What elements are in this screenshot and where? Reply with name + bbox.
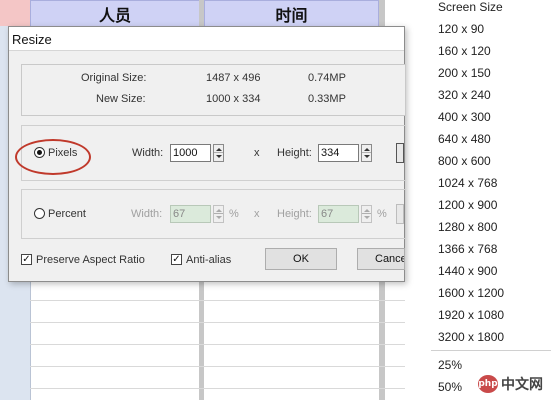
percent-preset-button[interactable] xyxy=(396,204,404,224)
watermark-text: 中文网 xyxy=(501,377,543,393)
menu-item-zoom[interactable]: 50% xyxy=(438,380,462,394)
menu-item-size[interactable]: 1600 x 1200 xyxy=(438,286,504,300)
height-input[interactable]: 334 xyxy=(318,144,359,162)
menu-item-size[interactable]: 160 x 120 xyxy=(438,44,491,58)
pixels-preset-button[interactable] xyxy=(396,143,404,163)
height-label: Height: xyxy=(277,147,312,159)
percent-radio[interactable] xyxy=(34,208,45,219)
stepper-down-icon[interactable] xyxy=(364,216,370,219)
menu-item-size[interactable]: 1024 x 768 xyxy=(438,176,497,190)
percent-height-label: Height: xyxy=(277,208,312,220)
width-label: Width: xyxy=(132,147,164,159)
preserve-aspect-checkbox[interactable]: ✓ xyxy=(21,254,32,265)
percent-width-unit: % xyxy=(229,208,239,220)
width-stepper[interactable] xyxy=(213,144,224,162)
preserve-aspect-label[interactable]: Preserve Aspect Ratio xyxy=(36,254,145,266)
new-size-dims: 1000 x 334 xyxy=(206,93,261,105)
grid-line xyxy=(30,366,405,367)
ok-button[interactable]: OK xyxy=(265,248,337,270)
original-size-dims: 1487 x 496 xyxy=(206,72,261,84)
new-size-label: New Size: xyxy=(96,93,146,105)
antialias-checkbox[interactable]: ✓ xyxy=(171,254,182,265)
menu-item-size[interactable]: 640 x 480 xyxy=(438,132,491,146)
cancel-button[interactable]: Cance xyxy=(357,248,405,270)
menu-item-size[interactable]: 1366 x 768 xyxy=(438,242,497,256)
percent-label[interactable]: Percent xyxy=(48,208,86,220)
percent-height-stepper[interactable] xyxy=(361,205,372,223)
menu-item-size[interactable]: 3200 x 1800 xyxy=(438,330,504,344)
grid-line xyxy=(30,388,405,389)
percent-width-input[interactable]: 67 xyxy=(170,205,211,223)
height-stepper[interactable] xyxy=(361,144,372,162)
menu-item-size[interactable]: 1920 x 1080 xyxy=(438,308,504,322)
percent-width-stepper[interactable] xyxy=(213,205,224,223)
original-size-mp: 0.74MP xyxy=(308,72,346,84)
php-logo-icon: php xyxy=(478,375,498,393)
stepper-up-icon[interactable] xyxy=(216,209,222,212)
grid-line xyxy=(30,300,405,301)
column-header-time[interactable]: 时间 xyxy=(204,0,379,28)
menu-item-size[interactable]: 1440 x 900 xyxy=(438,264,497,278)
new-size-mp: 0.33MP xyxy=(308,93,346,105)
annotation-circle xyxy=(15,139,91,175)
dialog-titlebar[interactable]: Resize xyxy=(9,27,404,51)
menu-item-screen-size[interactable]: Screen Size xyxy=(438,0,503,14)
menu-item-size[interactable]: 1200 x 900 xyxy=(438,198,497,212)
width-input[interactable]: 1000 xyxy=(170,144,211,162)
menu-item-size[interactable]: 320 x 240 xyxy=(438,88,491,102)
dialog-title: Resize xyxy=(12,32,52,47)
grid-line xyxy=(30,322,405,323)
stepper-down-icon[interactable] xyxy=(216,216,222,219)
stepper-up-icon[interactable] xyxy=(364,209,370,212)
grid-line xyxy=(30,344,405,345)
menu-separator xyxy=(431,350,551,351)
percent-height-unit: % xyxy=(377,208,387,220)
menu-item-size[interactable]: 120 x 90 xyxy=(438,22,484,36)
menu-item-size[interactable]: 400 x 300 xyxy=(438,110,491,124)
menu-item-size[interactable]: 800 x 600 xyxy=(438,154,491,168)
antialias-label[interactable]: Anti-alias xyxy=(186,254,231,266)
stepper-up-icon[interactable] xyxy=(216,148,222,151)
percent-width-label: Width: xyxy=(131,208,163,220)
stepper-down-icon[interactable] xyxy=(364,155,370,158)
stepper-down-icon[interactable] xyxy=(216,155,222,158)
site-watermark: php 中文网 xyxy=(478,374,543,394)
menu-item-size[interactable]: 1280 x 800 xyxy=(438,220,497,234)
menu-item-size[interactable]: 200 x 150 xyxy=(438,66,491,80)
original-size-label: Original Size: xyxy=(81,72,147,84)
menu-item-zoom[interactable]: 25% xyxy=(438,358,462,372)
percent-height-input[interactable]: 67 xyxy=(318,205,359,223)
column-header-personnel[interactable]: 人员 xyxy=(30,0,200,28)
percent-times-label: x xyxy=(254,208,260,220)
selected-row-marker xyxy=(0,0,30,26)
times-label: x xyxy=(254,147,260,159)
stepper-up-icon[interactable] xyxy=(364,148,370,151)
